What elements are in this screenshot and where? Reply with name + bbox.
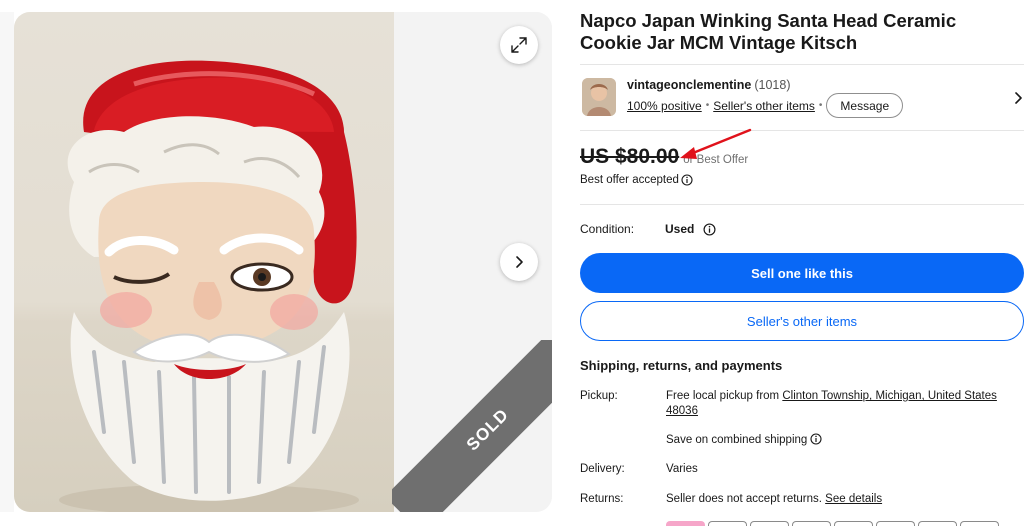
seller-feedback-count: (1018) xyxy=(754,78,791,92)
message-seller-button[interactable]: Message xyxy=(826,93,904,118)
offer-accepted-row: Best offer accepted xyxy=(580,174,693,186)
seller-card: vintageonclementine (1018) 100% positive … xyxy=(580,76,1024,120)
item-title: Napco Japan Winking Santa Head Ceramic C… xyxy=(580,10,957,53)
payment-methods-row xyxy=(666,521,999,526)
divider xyxy=(580,204,1024,205)
returns-row: Returns: Seller does not accept returns.… xyxy=(580,492,1024,508)
pickup-value: Free local pickup from Clinton Township,… xyxy=(666,389,1022,419)
divider xyxy=(580,64,1024,65)
returns-label: Returns: xyxy=(580,493,624,505)
separator-dot: • xyxy=(705,100,710,111)
combined-shipping-label: Save on combined shipping xyxy=(666,434,808,446)
payment-method-badge xyxy=(876,521,915,526)
seller-avatar-image xyxy=(582,78,616,116)
next-image-button[interactable] xyxy=(500,243,538,281)
seller-other-items-link[interactable]: Seller's other items xyxy=(713,99,815,113)
condition-label: Condition: xyxy=(580,222,635,236)
image-gallery: SOLD xyxy=(0,0,552,526)
info-icon[interactable] xyxy=(703,222,716,236)
combined-shipping-row: Save on combined shipping xyxy=(580,433,1024,449)
returns-text: Seller does not accept returns. xyxy=(666,493,826,505)
delivery-label: Delivery: xyxy=(580,463,625,475)
sellers-other-items-button[interactable]: Seller's other items xyxy=(580,301,1024,341)
payment-method-badge xyxy=(960,521,999,526)
item-details-panel: Napco Japan Winking Santa Head Ceramic C… xyxy=(580,0,1024,526)
shipping-heading: Shipping, returns, and payments xyxy=(580,358,783,373)
expand-arrows-icon xyxy=(511,37,527,53)
payment-method-badge xyxy=(792,521,831,526)
sell-one-like-this-button[interactable]: Sell one like this xyxy=(580,253,1024,293)
item-price: US $80.00 xyxy=(580,145,680,168)
payment-method-badge xyxy=(750,521,789,526)
product-photo[interactable] xyxy=(14,12,394,512)
payment-method-badge xyxy=(918,521,957,526)
chevron-right-icon xyxy=(516,256,523,268)
main-image-frame[interactable] xyxy=(14,12,552,512)
separator-dot: • xyxy=(818,100,823,111)
seller-avatar[interactable] xyxy=(582,78,616,116)
payment-method-badge xyxy=(666,521,705,526)
info-icon[interactable] xyxy=(681,174,693,186)
payment-method-badge xyxy=(708,521,747,526)
seller-links: 100% positive • Seller's other items • M… xyxy=(627,93,904,118)
expand-image-button[interactable] xyxy=(500,26,538,64)
santa-cookie-jar-image xyxy=(59,60,359,512)
seller-name-row: vintageonclementine (1018) xyxy=(627,78,790,92)
returns-value: Seller does not accept returns. See deta… xyxy=(666,492,1022,507)
red-annotation-arrow-icon xyxy=(680,128,752,159)
info-icon[interactable] xyxy=(810,433,822,445)
divider xyxy=(580,130,1024,131)
see-details-link[interactable]: See details xyxy=(825,493,882,505)
payment-method-badge xyxy=(834,521,873,526)
delivery-row: Delivery: Varies xyxy=(580,462,1024,478)
condition-value: Used xyxy=(665,222,695,236)
previous-image-strip xyxy=(0,12,14,512)
pickup-prefix: Free local pickup from xyxy=(666,390,783,402)
combined-shipping-value: Save on combined shipping xyxy=(666,433,1022,448)
delivery-value: Varies xyxy=(666,463,698,475)
pickup-row: Pickup: Free local pickup from Clinton T… xyxy=(580,389,1024,421)
pickup-label: Pickup: xyxy=(580,390,618,402)
seller-positive-link[interactable]: 100% positive xyxy=(627,99,702,113)
offer-accepted-label: Best offer accepted xyxy=(580,174,679,186)
chevron-right-icon[interactable] xyxy=(1012,90,1024,106)
seller-name[interactable]: vintageonclementine xyxy=(627,78,751,92)
condition-row: Condition: Used xyxy=(580,222,716,236)
